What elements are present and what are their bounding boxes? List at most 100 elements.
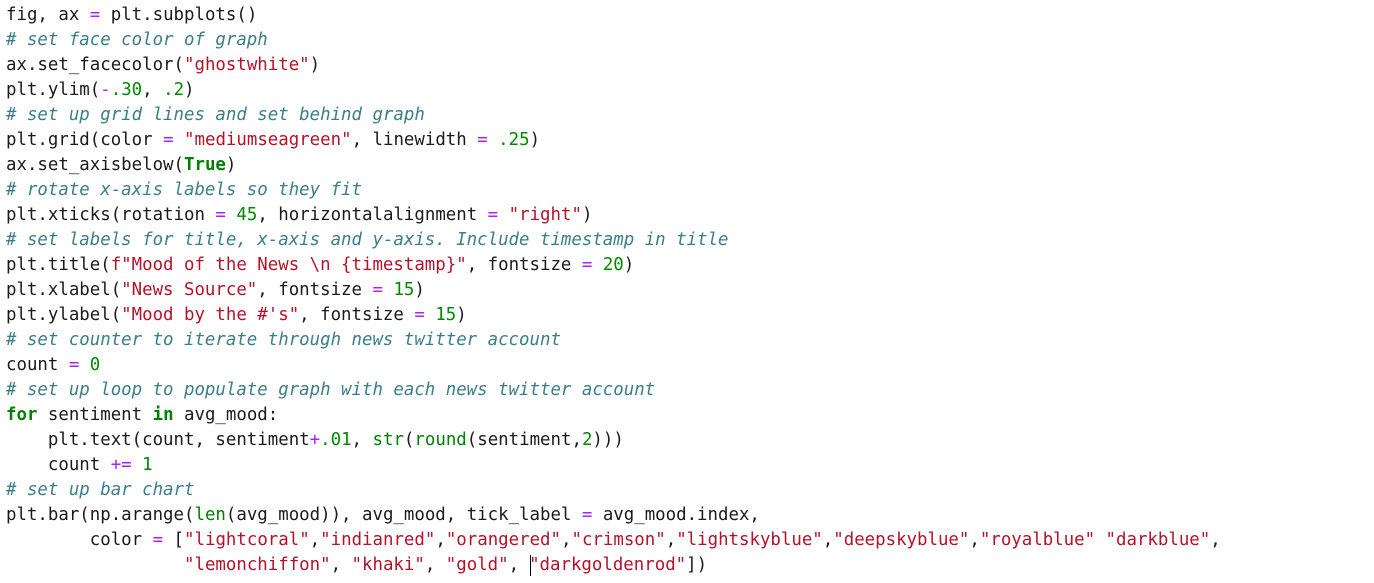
code-token-plain: count: [6, 455, 111, 475]
code-line[interactable]: plt.xticks(rotation = 45, horizontalalig…: [6, 203, 1374, 228]
code-token-plain: ): [623, 255, 635, 275]
code-token-plain: ,: [351, 430, 373, 450]
code-token-number: 45: [236, 205, 258, 225]
code-line[interactable]: # set counter to iterate through news tw…: [6, 328, 1374, 353]
code-token-plain: ,: [508, 555, 530, 575]
code-token-comment: # set counter to iterate through news tw…: [6, 330, 561, 350]
code-token-string: "darkblue": [1105, 530, 1211, 550]
code-token-plain: ): [414, 280, 425, 300]
code-token-keyword: for: [6, 405, 38, 425]
code-token-string: "Mood by the #'s": [121, 305, 300, 325]
code-token-string: "darkgoldenrod": [529, 555, 687, 575]
code-line[interactable]: fig, ax = plt.subplots(): [6, 3, 1374, 28]
code-line[interactable]: ax.set_facecolor("ghostwhite"): [6, 53, 1374, 78]
code-token-plain: , fontsize: [466, 255, 582, 275]
code-token-plain: ,: [822, 530, 834, 550]
code-line[interactable]: plt.bar(np.arange(len(avg_mood)), avg_mo…: [6, 503, 1374, 528]
code-token-plain: fig, ax: [6, 5, 90, 25]
code-token-plain: plt.xlabel(: [6, 280, 122, 300]
code-token-string: "mediumseagreen": [184, 130, 352, 150]
code-token-plain: plt.bar(np.arange(: [6, 505, 195, 525]
code-token-plain: ,: [560, 530, 572, 550]
code-line[interactable]: plt.xlabel("News Source", fontsize = 15): [6, 278, 1374, 303]
code-token-plain: [: [163, 530, 185, 550]
code-token-string: "lightcoral": [184, 530, 310, 550]
code-token-op: =: [581, 505, 593, 525]
code-token-number: .30: [110, 80, 143, 100]
code-token-string: "lightskyblue": [676, 530, 823, 550]
code-token-op: =: [487, 205, 499, 225]
code-token-keyword: True: [184, 155, 226, 175]
code-token-plain: ): [225, 155, 237, 175]
code-token-plain: avg_mood.index,: [592, 505, 760, 525]
code-line[interactable]: ax.set_axisbelow(True): [6, 153, 1374, 178]
code-line[interactable]: count += 1: [6, 453, 1374, 478]
code-token-op: =: [152, 530, 164, 550]
code-token-string: "royalblue": [979, 530, 1096, 550]
code-line[interactable]: # set up bar chart: [6, 478, 1374, 503]
code-line[interactable]: plt.title(f"Mood of the News \n {timesta…: [6, 253, 1374, 278]
code-token-plain: ,: [330, 555, 352, 575]
code-token-number: 15: [393, 280, 415, 300]
code-token-op: =: [68, 355, 80, 375]
code-token-plain: ax.set_axisbelow(: [6, 155, 184, 175]
code-token-plain: ): [184, 80, 195, 100]
code-token-plain: count: [6, 355, 69, 375]
code-line[interactable]: "lemonchiffon", "khaki", "gold", "darkgo…: [6, 553, 1374, 578]
code-token-plain: plt.title(: [6, 255, 111, 275]
code-line[interactable]: # set up grid lines and set behind graph: [6, 103, 1374, 128]
code-token-plain: plt.ylim(: [6, 80, 101, 100]
code-line[interactable]: color = ["lightcoral","indianred","orang…: [6, 528, 1374, 553]
code-token-builtin: str: [372, 430, 404, 450]
code-token-string: "khaki": [351, 555, 425, 575]
code-token-number: 20: [602, 255, 624, 275]
code-line[interactable]: # set up loop to populate graph with eac…: [6, 378, 1374, 403]
code-token-plain: plt.subplots(): [100, 5, 258, 25]
code-token-string: "indianred": [320, 530, 436, 550]
code-line[interactable]: # set labels for title, x-axis and y-axi…: [6, 228, 1374, 253]
code-token-plain: , linewidth: [351, 130, 478, 150]
code-token-string: "lemonchiffon": [184, 555, 331, 575]
code-line[interactable]: # rotate x-axis labels so they fit: [6, 178, 1374, 203]
code-token-number: .25: [498, 130, 530, 150]
code-line[interactable]: plt.grid(color = "mediumseagreen", linew…: [6, 128, 1374, 153]
code-token-op: -: [100, 80, 111, 100]
code-token-string: "orangered": [445, 530, 561, 550]
code-token-plain: ): [529, 130, 541, 150]
code-token-string: "News Source": [121, 280, 258, 300]
code-token-string: "right": [508, 205, 582, 225]
code-token-comment: # set up grid lines and set behind graph: [6, 105, 425, 125]
code-line[interactable]: for sentiment in avg_mood:: [6, 403, 1374, 428]
code-token-comment: # set face color of graph: [6, 30, 268, 50]
code-token-comment: # set up loop to populate graph with eac…: [6, 380, 656, 400]
code-token-op: =: [215, 205, 226, 225]
code-token-string: "ghostwhite": [184, 55, 310, 75]
code-line[interactable]: plt.text(count, sentiment+.01, str(round…: [6, 428, 1374, 453]
code-line[interactable]: plt.ylabel("Mood by the #'s", fontsize =…: [6, 303, 1374, 328]
code-token-number: 1: [142, 455, 153, 475]
code-line[interactable]: # set face color of graph: [6, 28, 1374, 53]
code-line[interactable]: count = 0: [6, 353, 1374, 378]
code-line[interactable]: plt.ylim(-.30, .2): [6, 78, 1374, 103]
code-token-plain: ,: [309, 530, 321, 550]
code-token-builtin: round: [414, 430, 467, 450]
code-token-number: 15: [435, 305, 457, 325]
code-token-plain: ,: [665, 530, 677, 550]
code-token-string: "deepskyblue": [833, 530, 970, 550]
code-editor[interactable]: fig, ax = plt.subplots() # set face color…: [0, 0, 1374, 583]
code-token-plain: plt.ylabel(: [6, 305, 122, 325]
code-token-plain: , fontsize: [299, 305, 415, 325]
code-token-string: f"Mood of the News \n {timestamp}": [110, 255, 467, 275]
code-token-comment: # rotate x-axis labels so they fit: [6, 180, 362, 200]
code-token-number: .01: [320, 430, 352, 450]
code-token-op: =: [414, 305, 425, 325]
